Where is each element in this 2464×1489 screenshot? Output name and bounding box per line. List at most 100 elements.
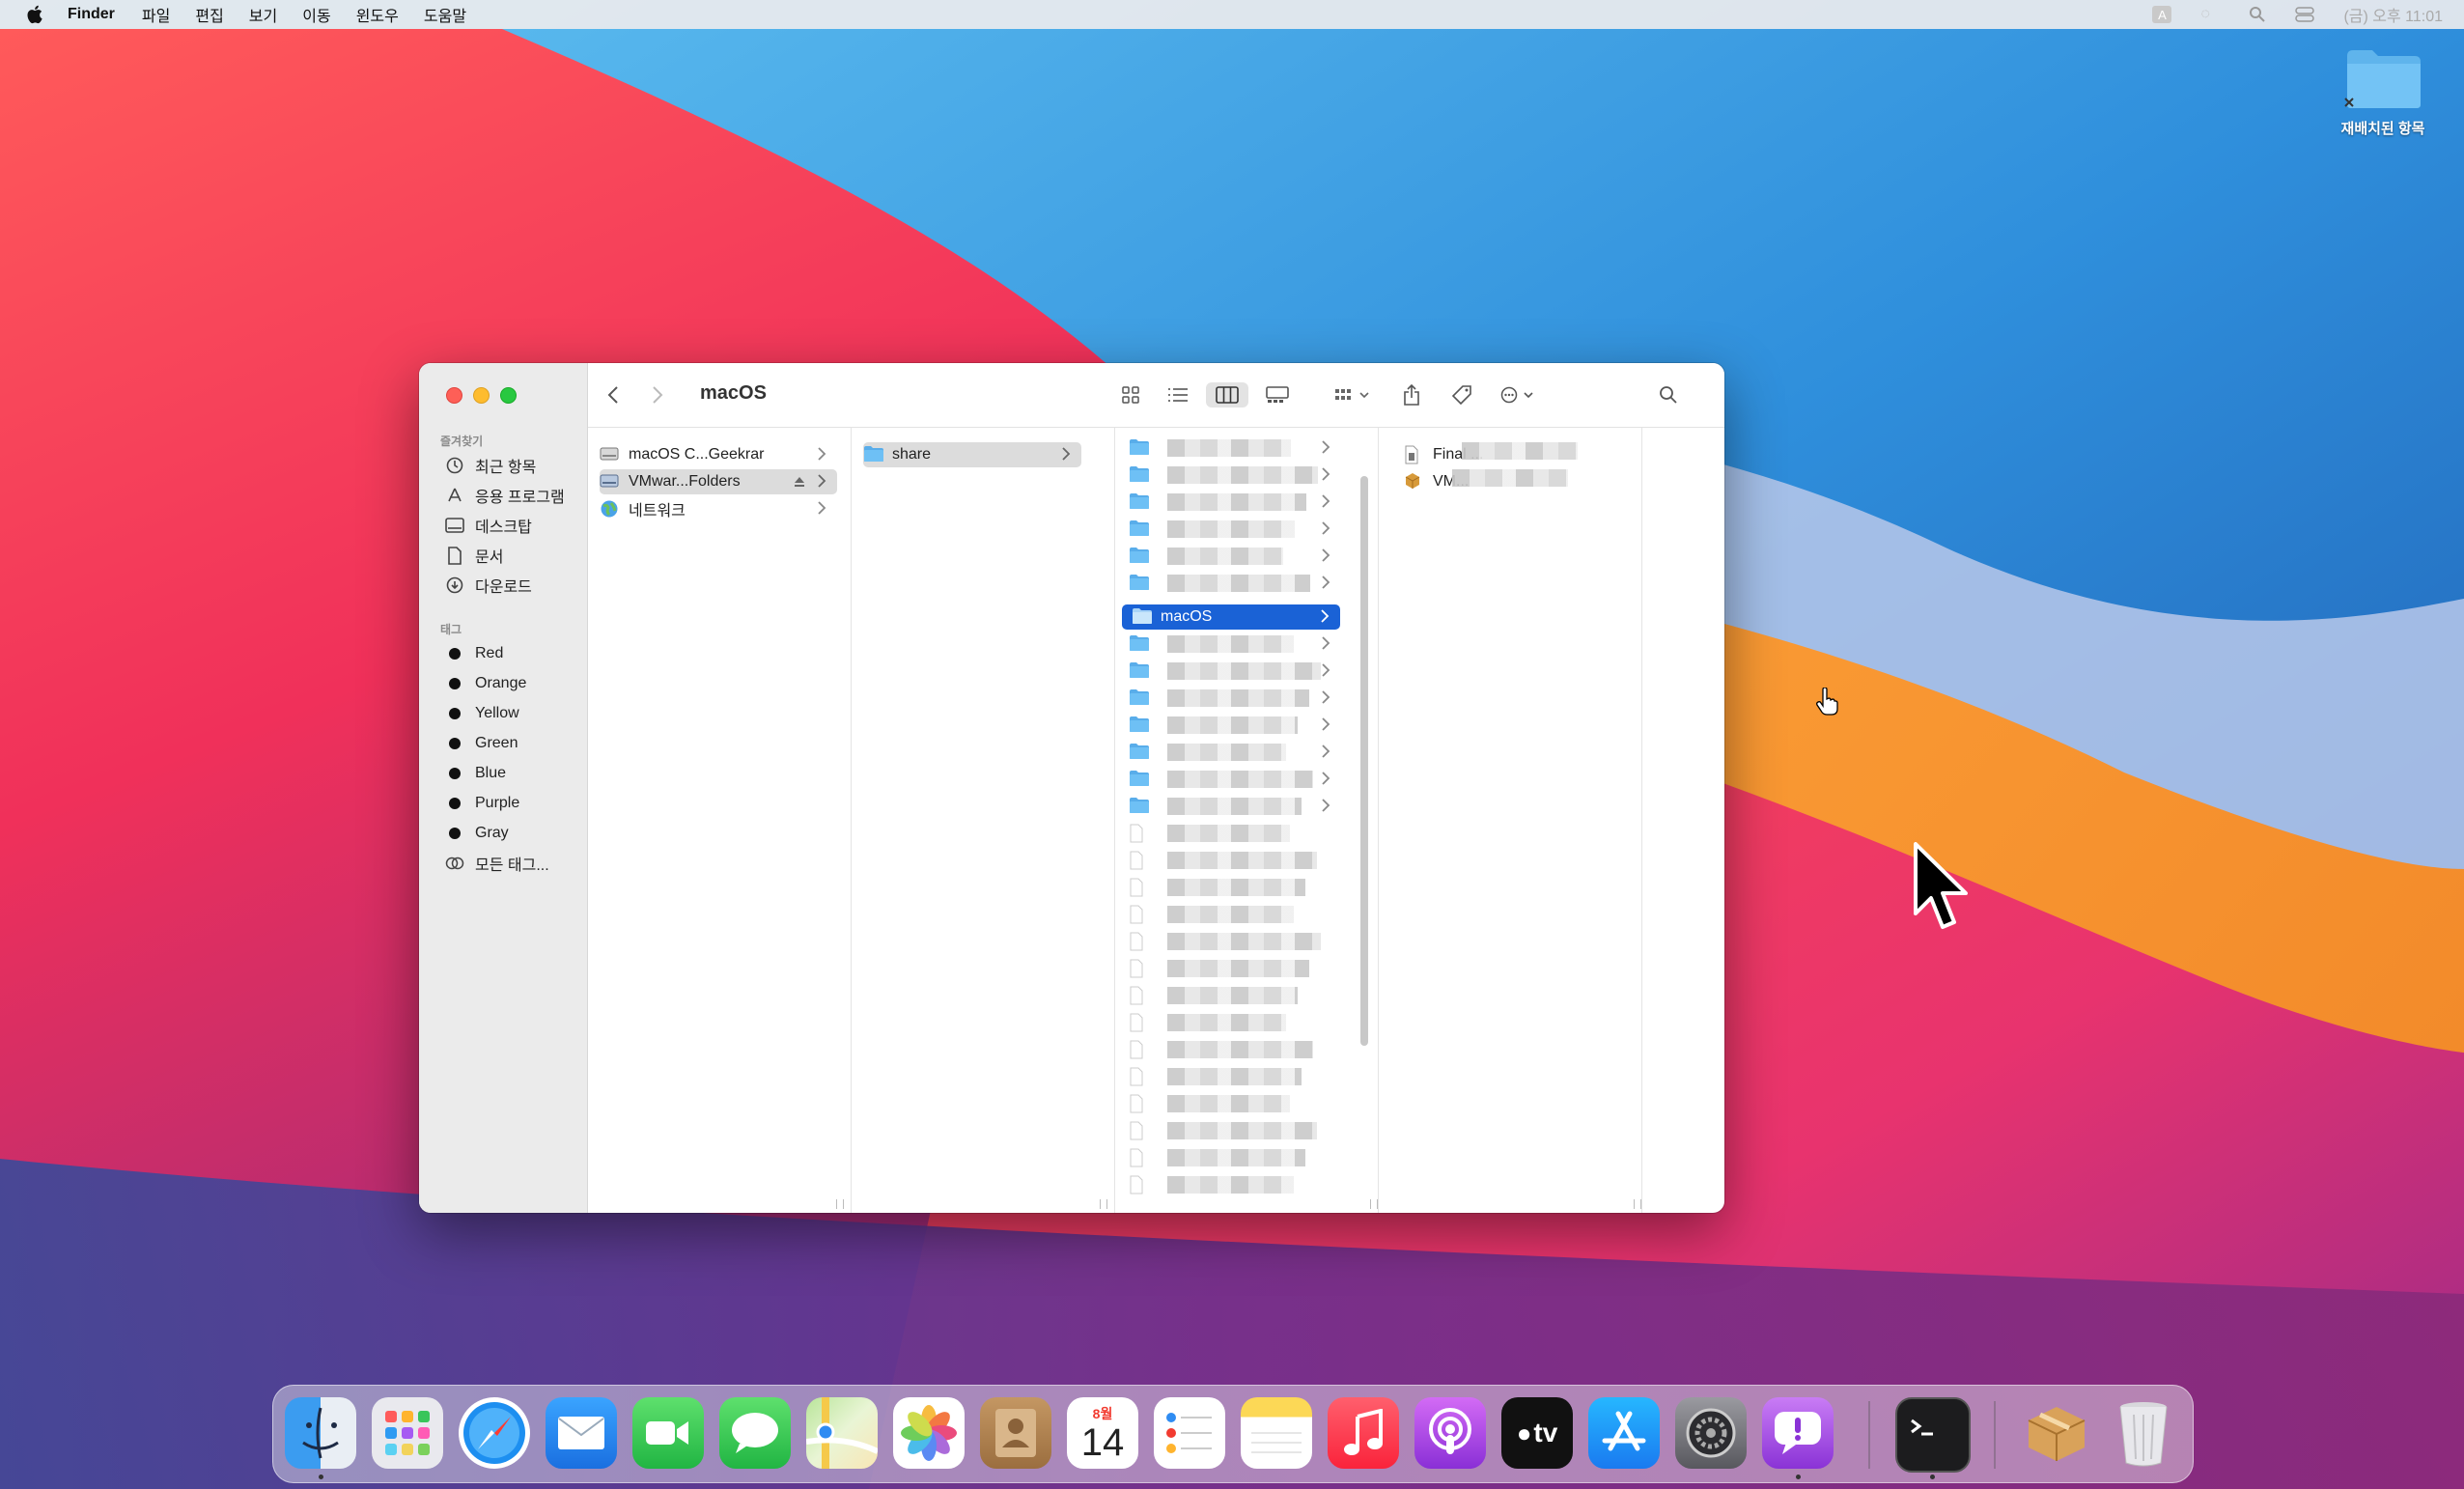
zoom-button[interactable] (500, 387, 517, 404)
list-item-redacted-file[interactable] (1129, 848, 1341, 873)
dock-trash[interactable] (2108, 1397, 2179, 1469)
list-item-redacted-folder[interactable] (1129, 740, 1341, 765)
list-item-redacted-folder[interactable] (1129, 767, 1341, 792)
list-item-redacted-file[interactable] (1129, 1172, 1341, 1197)
dock-messages[interactable] (719, 1397, 791, 1469)
list-item-redacted-file[interactable] (1129, 902, 1341, 927)
sidebar-item-downloads[interactable]: 다운로드 (444, 573, 532, 598)
dock-launchpad[interactable] (372, 1397, 443, 1469)
list-item-redacted-folder[interactable] (1129, 490, 1341, 515)
list-item-redacted-folder[interactable] (1129, 435, 1341, 461)
list-item-redacted-file[interactable] (1129, 1118, 1341, 1143)
dock-maps[interactable] (806, 1397, 878, 1469)
list-item-redacted-folder[interactable] (1129, 686, 1341, 711)
wifi-icon[interactable]: ◌ (2200, 6, 2220, 23)
list-item-redacted-folder[interactable] (1129, 659, 1341, 684)
close-button[interactable] (446, 387, 462, 404)
menu-file[interactable]: 파일 (142, 3, 170, 26)
sidebar-tag-yellow[interactable]: Yellow (444, 701, 519, 726)
back-button[interactable] (602, 382, 625, 407)
list-item-redacted-file[interactable] (1129, 1091, 1341, 1116)
dock-contacts[interactable] (980, 1397, 1051, 1469)
sidebar-item-applications[interactable]: 응용 프로그램 (444, 483, 565, 508)
dock-tv[interactable]: ● tv (1501, 1397, 1573, 1469)
forward-button[interactable] (646, 382, 669, 407)
list-item-redacted-file[interactable] (1129, 983, 1341, 1008)
list-item-redacted-folder[interactable] (1129, 517, 1341, 542)
tag-button[interactable] (1447, 382, 1476, 407)
sidebar-tag-orange[interactable]: Orange (444, 671, 526, 696)
menu-app-name[interactable]: Finder (68, 6, 115, 23)
more-actions-button[interactable] (1496, 382, 1542, 407)
column-view-button[interactable] (1206, 382, 1248, 407)
list-item-redacted-file[interactable] (1129, 929, 1341, 954)
sidebar-item-documents[interactable]: 문서 (444, 543, 503, 568)
list-item-file-final[interactable]: Final ... (1404, 442, 1597, 467)
column-resize-handle[interactable] (836, 1199, 844, 1209)
list-item-redacted-folder[interactable] (1129, 463, 1341, 488)
sidebar-tag-red[interactable]: Red (444, 641, 503, 666)
search-button[interactable] (1654, 382, 1683, 407)
dock-app-store[interactable] (1588, 1397, 1660, 1469)
menu-view[interactable]: 보기 (249, 3, 277, 26)
dock-notes[interactable] (1241, 1397, 1312, 1469)
list-item-redacted-file[interactable] (1129, 821, 1341, 846)
list-item-network[interactable]: 네트워크 (600, 496, 837, 521)
list-item-macos-folder[interactable]: macOS (1122, 604, 1340, 630)
list-item-redacted-file[interactable] (1129, 1037, 1341, 1062)
dock-music[interactable] (1328, 1397, 1399, 1469)
list-item-file-vm[interactable]: VM... (1404, 469, 1597, 494)
list-item-redacted-folder[interactable] (1129, 544, 1341, 569)
column-resize-handle[interactable] (1634, 1199, 1641, 1209)
dock-terminal[interactable] (1895, 1397, 1971, 1473)
dock-installer[interactable] (2021, 1397, 2092, 1469)
desktop-folder-relocated-items[interactable]: 재배치된 항목 (2335, 46, 2431, 138)
icon-view-button[interactable] (1115, 382, 1146, 407)
sidebar-tag-gray[interactable]: Gray (444, 821, 509, 846)
dock-podcasts[interactable] (1414, 1397, 1486, 1469)
dock-feedback-assistant[interactable] (1762, 1397, 1834, 1469)
menu-window[interactable]: 윈도우 (356, 3, 399, 26)
sidebar-all-tags[interactable]: 모든 태그... (444, 851, 549, 876)
list-item-vmware-shared-folders[interactable]: VMwar...Folders (600, 469, 837, 494)
list-item-redacted-folder[interactable] (1129, 713, 1341, 738)
minimize-button[interactable] (473, 387, 490, 404)
gallery-view-button[interactable] (1262, 382, 1293, 407)
list-item-redacted-file[interactable] (1129, 1010, 1341, 1035)
group-button[interactable] (1330, 382, 1376, 407)
dock-finder[interactable] (285, 1397, 356, 1469)
share-button[interactable] (1397, 382, 1426, 407)
dock-mail[interactable] (546, 1397, 617, 1469)
dock-system-preferences[interactable] (1675, 1397, 1747, 1469)
list-item-share-folder[interactable]: share (863, 442, 1081, 467)
dock-safari[interactable] (459, 1397, 530, 1469)
list-item-redacted-file[interactable] (1129, 956, 1341, 981)
column-resize-handle[interactable] (1100, 1199, 1107, 1209)
dock-photos[interactable] (893, 1397, 965, 1469)
list-item-redacted-file[interactable] (1129, 1145, 1341, 1170)
list-item-redacted-folder[interactable] (1129, 571, 1341, 596)
column-resize-handle[interactable] (1370, 1199, 1378, 1209)
input-source-icon[interactable]: A (2152, 6, 2172, 23)
dock-facetime[interactable] (632, 1397, 704, 1469)
spotlight-icon[interactable] (2249, 6, 2266, 23)
sidebar-tag-green[interactable]: Green (444, 731, 518, 756)
list-item-macos-volume[interactable]: macOS C...Geekrar (600, 442, 837, 467)
list-view-button[interactable] (1162, 382, 1193, 407)
sidebar-item-desktop[interactable]: 데스크탑 (444, 513, 532, 538)
scrollbar[interactable] (1360, 476, 1368, 1046)
dock-reminders[interactable] (1154, 1397, 1225, 1469)
dock-calendar[interactable]: 8월 14 (1067, 1397, 1138, 1469)
apple-menu-icon[interactable] (25, 4, 46, 25)
list-item-redacted-folder[interactable] (1129, 794, 1341, 819)
sidebar-item-recents[interactable]: 최근 항목 (444, 453, 536, 478)
eject-icon[interactable] (793, 475, 806, 489)
menu-help[interactable]: 도움말 (424, 3, 466, 26)
list-item-redacted-file[interactable] (1129, 875, 1341, 900)
list-item-redacted-folder[interactable] (1129, 632, 1341, 657)
menubar-clock[interactable]: (금) 오후 11:01 (2343, 3, 2443, 26)
menu-go[interactable]: 이동 (302, 3, 330, 26)
list-item-redacted-file[interactable] (1129, 1064, 1341, 1089)
control-center-icon[interactable] (2295, 7, 2315, 22)
sidebar-tag-purple[interactable]: Purple (444, 791, 519, 816)
